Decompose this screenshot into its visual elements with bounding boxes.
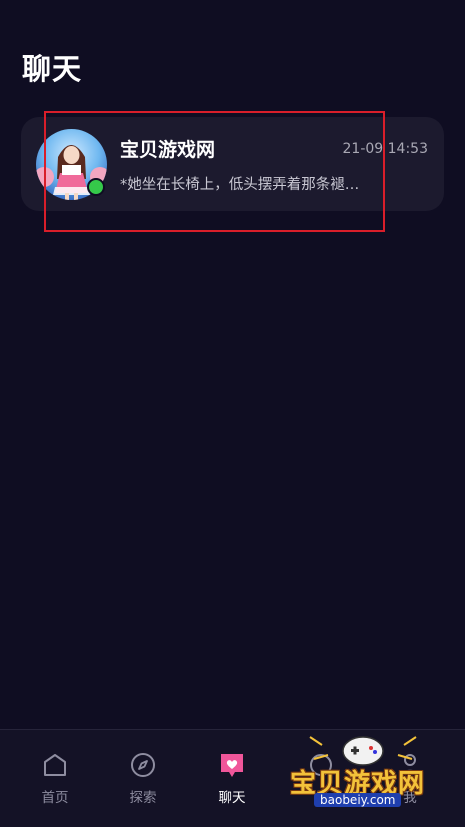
tab-home-label: 首页 <box>41 790 69 806</box>
home-icon <box>44 754 66 776</box>
tab-chat[interactable]: 聊天 <box>197 750 267 806</box>
tab-explore[interactable]: 探索 <box>108 750 178 806</box>
chat-heart-icon <box>221 754 243 777</box>
compass-icon <box>131 753 155 777</box>
selection-highlight <box>44 111 385 232</box>
tab-chat-label: 聊天 <box>218 790 246 806</box>
watermark-url: baobeiy.com <box>314 793 402 807</box>
tab-home[interactable]: 首页 <box>20 750 90 806</box>
tab-explore-label: 探索 <box>129 790 157 806</box>
page-title: 聊天 <box>22 52 83 86</box>
watermark: 宝贝游戏网 baobeiy.com <box>288 733 438 821</box>
